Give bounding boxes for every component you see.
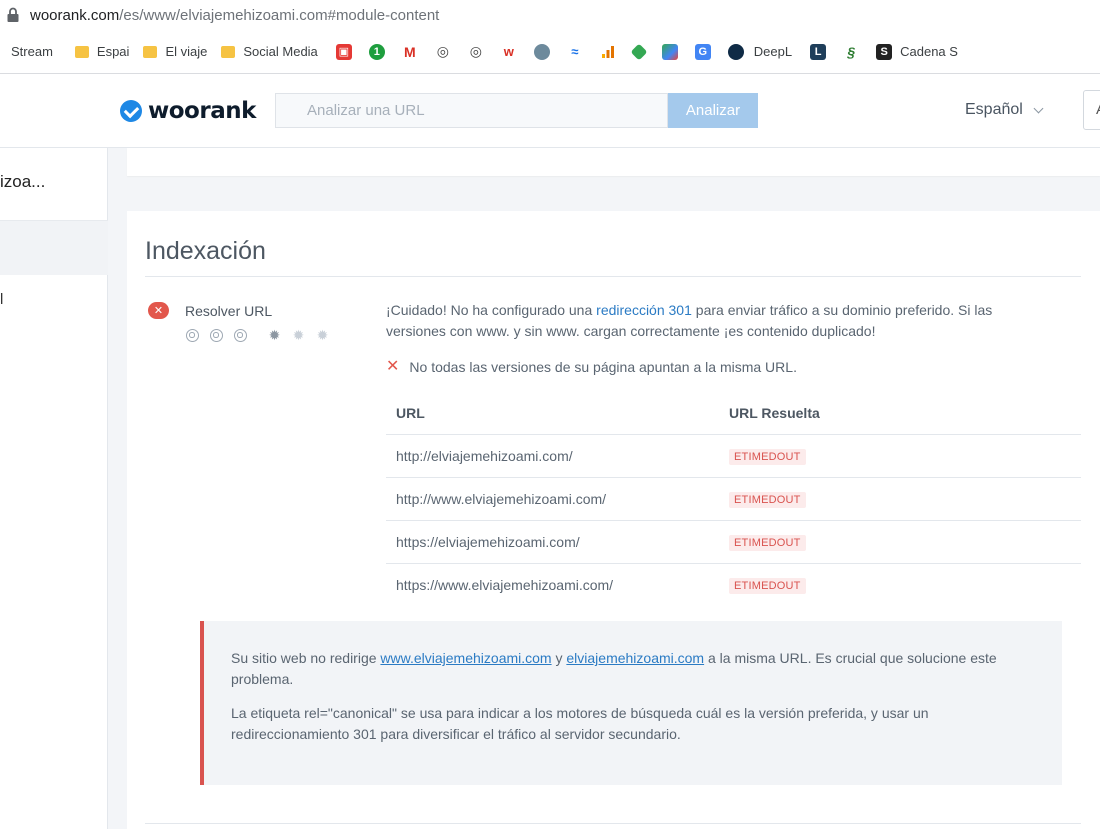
bookmark-espai[interactable]: Espai (74, 44, 130, 59)
diamond-icon[interactable] (630, 43, 648, 60)
url-path: /es/www/elviajemehizoami.com#module-cont… (119, 6, 440, 24)
table-cell-url: https://elviajemehizoami.com/ (386, 520, 719, 564)
gear-icon: ✹ (268, 327, 281, 343)
bookmark-label: DeepL (753, 44, 793, 59)
table-cell-url: https://www.elviajemehizoami.com/ (396, 576, 614, 593)
woorank-logo[interactable]: woorank (120, 98, 256, 124)
notice-paragraph: Su sitio web no redirige www.elviajemehi… (231, 650, 997, 687)
analytics-icon[interactable] (600, 44, 616, 60)
divider (145, 823, 1081, 824)
url-search-input[interactable] (275, 93, 668, 128)
column-header-resolved: URL Resuelta (719, 392, 1081, 435)
status-badge: ETIMEDOUT (729, 534, 806, 551)
sync-icon[interactable]: ◎ (435, 43, 451, 60)
bookmark-red-icon[interactable]: ▣ (335, 43, 352, 60)
section-title: Indexación (145, 237, 266, 265)
globe-icon[interactable] (533, 43, 550, 60)
status-badge: ETIMEDOUT (729, 577, 806, 594)
notice-paragraph: La etiqueta rel="canonical" se usa para … (231, 705, 929, 742)
sidebar-item-label: l (0, 291, 4, 308)
gmail-icon[interactable]: M (402, 44, 418, 60)
translate-icon[interactable]: G (694, 43, 711, 60)
maps-icon[interactable] (661, 43, 678, 60)
table-row: http://elviajemehizoami.com/ ETIMEDOUT (386, 434, 1081, 478)
bookmark-cadena[interactable]: S Cadena S (876, 43, 958, 60)
folder-icon (221, 45, 236, 58)
sync-icon-2[interactable]: ◎ (468, 43, 484, 60)
logo-text: woorank (148, 98, 256, 124)
bookmark-label: Espai (96, 44, 130, 59)
recommendation-notice: Su sitio web no redirige www.elviajemehi… (200, 621, 1062, 785)
folder-icon (143, 45, 158, 58)
wifi-icon[interactable]: ≈ (567, 44, 583, 60)
deepl-icon (727, 43, 744, 60)
app-header: woorank Analizar Español A (0, 74, 1100, 148)
domain-link[interactable]: elviajemehizoami.com (566, 650, 704, 666)
language-label: Español (965, 101, 1023, 118)
bookmark-label: Cadena S (900, 44, 958, 59)
difficulty-target-icon (186, 329, 199, 342)
gear-icon: ✹ (292, 327, 305, 343)
analyze-button[interactable]: Analizar (668, 93, 758, 128)
status-badge: ETIMEDOUT (729, 448, 806, 465)
bookmark-green-one-icon[interactable]: 1 (368, 43, 385, 60)
status-badge: ETIMEDOUT (729, 491, 806, 508)
bookmark-stream[interactable]: Stream (11, 44, 53, 59)
login-label: A (1096, 101, 1100, 118)
bookmark-deepl[interactable]: DeepL (727, 43, 793, 60)
bookmark-el-viaje[interactable]: El viaje (143, 44, 207, 59)
error-x-icon: ✕ (148, 302, 169, 319)
check-description: ¡Cuidado! No ha configurado una redirecc… (386, 302, 993, 339)
table-cell-url: http://elviajemehizoami.com/ (386, 434, 719, 478)
table-cell-url: http://www.elviajemehizoami.com/ (386, 477, 719, 521)
difficulty-target-icon (210, 329, 223, 342)
redirect-301-link[interactable]: redirección 301 (596, 302, 692, 318)
address-bar[interactable]: woorank.com/es/www/elviajemehizoami.com#… (0, 0, 1100, 30)
l-icon[interactable]: L (810, 43, 827, 60)
difficulty-target-icon (234, 329, 247, 342)
difficulty-indicator: ✹ ✹ ✹ (186, 327, 340, 343)
previous-section-card (127, 148, 1100, 176)
s-icon: S (876, 43, 893, 60)
divider (145, 276, 1081, 277)
table-row: https://elviajemehizoami.com/ ETIMEDOUT (386, 520, 1081, 564)
www-domain-link[interactable]: www.elviajemehizoami.com (380, 650, 551, 666)
folder-icon (74, 45, 89, 58)
gear-icon: ✹ (316, 327, 329, 343)
w-icon[interactable]: w (501, 44, 517, 60)
bookmark-label: El viaje (165, 44, 208, 59)
indexing-section: Indexación ✕ Resolver URL ✹ ✹ ✹ ¡Cuidado… (127, 211, 1100, 829)
fail-x-icon: ✕ (386, 358, 400, 375)
sidebar-item-active[interactable] (0, 221, 108, 275)
url-host: woorank.com (30, 6, 120, 24)
table-header-row: URL URL Resuelta (386, 392, 1081, 435)
bookmark-social-media[interactable]: Social Media (221, 44, 318, 59)
chevron-down-icon (1033, 103, 1044, 113)
bookmarks-bar: Stream Espai El viaje Social Media ▣ 1 M… (0, 30, 1100, 74)
login-button[interactable]: A (1083, 90, 1100, 130)
table-row: http://www.elviajemehizoami.com/ ETIMEDO… (386, 477, 1081, 521)
sidebar-item[interactable]: l (0, 291, 3, 308)
bookmark-label: Social Media (243, 44, 318, 59)
check-name: Resolver URL (185, 303, 273, 319)
column-header-url: URL (386, 392, 719, 435)
language-selector[interactable]: Español (965, 101, 1044, 119)
table-row: https://www.elviajemehizoami.com/ ETIMED… (386, 563, 1081, 606)
script-icon[interactable]: § (843, 44, 859, 60)
sidebar: izoa... l (0, 148, 108, 829)
woorank-check-icon (120, 100, 142, 122)
site-name-label: izoa... (0, 172, 46, 191)
fail-message: ✕ No todas las versiones de su página ap… (386, 358, 797, 376)
bookmark-label: Stream (11, 44, 53, 59)
sidebar-site-name[interactable]: izoa... (0, 148, 108, 221)
url-resolution-table: URL URL Resuelta http://elviajemehizoami… (386, 392, 1081, 606)
lock-icon (6, 7, 20, 23)
